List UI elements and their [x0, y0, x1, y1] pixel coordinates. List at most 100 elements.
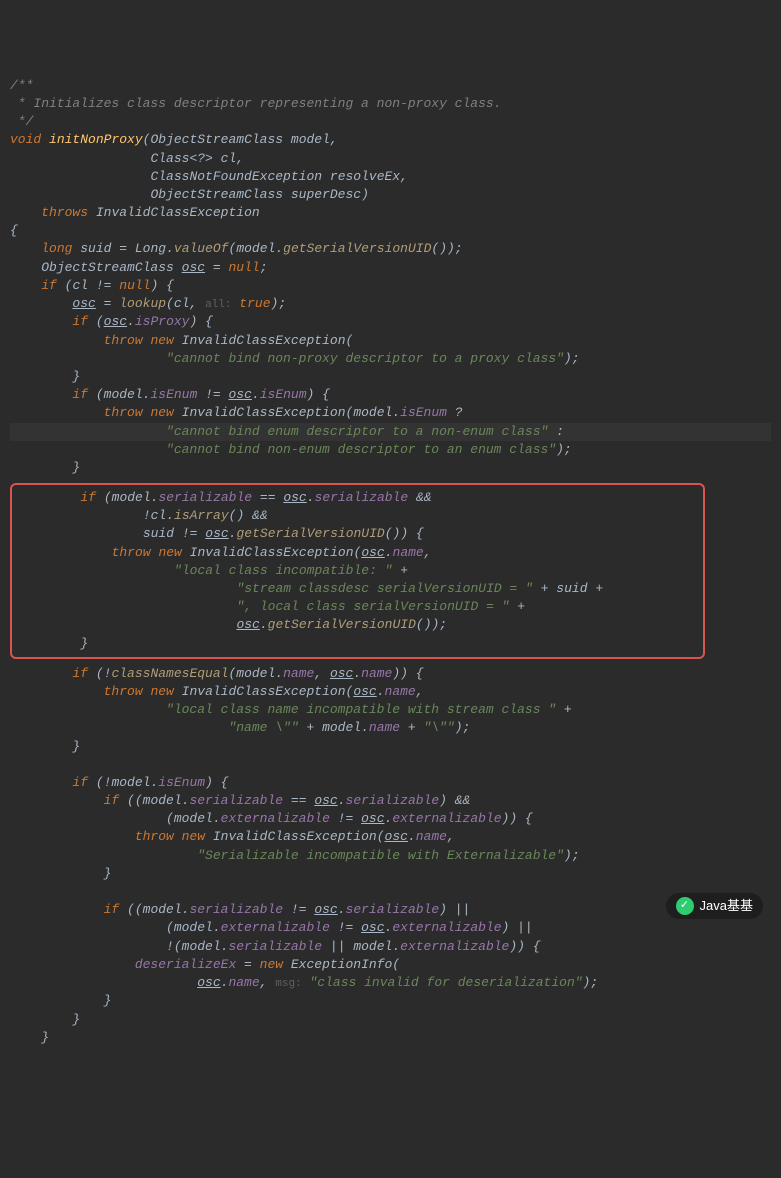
field-isenum: isEnum — [400, 405, 447, 420]
var-osc: osc — [229, 387, 252, 402]
javadoc-line: */ — [10, 114, 33, 129]
kw-null: null — [119, 278, 150, 293]
kw-new: new — [150, 333, 173, 348]
field-externalizable: externalizable — [400, 939, 509, 954]
var-model: model — [104, 387, 143, 402]
kw-new: new — [158, 545, 181, 560]
field-isenum: isEnum — [260, 387, 307, 402]
throws-type: InvalidClassException — [96, 205, 260, 220]
watermark-text: Java基基 — [700, 897, 753, 915]
string-literal: "name \"" — [228, 720, 298, 735]
kw-new: new — [150, 405, 173, 420]
field-serializable: serializable — [315, 490, 409, 505]
var-model: model — [174, 811, 213, 826]
var-osc: osc — [182, 260, 205, 275]
var-osc: osc — [104, 314, 127, 329]
field-externalizable: externalizable — [221, 811, 330, 826]
kw-if: if — [104, 793, 120, 808]
param-type: ClassNotFoundException — [150, 169, 322, 184]
call-getsvuid: getSerialVersionUID — [283, 241, 431, 256]
string-literal: ", local class serialVersionUID = " — [236, 599, 509, 614]
var-osc: osc — [330, 666, 353, 681]
string-literal: "local class name incompatible with stre… — [166, 702, 556, 717]
exception-type: InvalidClassException — [182, 405, 346, 420]
call-classnamesequal: classNamesEqual — [111, 666, 228, 681]
field-externalizable: externalizable — [392, 811, 501, 826]
check-icon: ✓ — [676, 897, 694, 915]
field-name: name — [283, 666, 314, 681]
var-suid: suid — [80, 241, 111, 256]
string-literal: "stream classdesc serialVersionUID = " — [236, 581, 532, 596]
exception-type: InvalidClassException — [182, 684, 346, 699]
field-isproxy: isProxy — [135, 314, 190, 329]
kw-throws: throws — [41, 205, 88, 220]
field-isenum: isEnum — [150, 387, 197, 402]
param-type: Class<?> — [150, 151, 212, 166]
field-isenum: isEnum — [158, 775, 205, 790]
var-cl: cl — [174, 296, 190, 311]
type-osc: ObjectStreamClass — [41, 260, 174, 275]
javadoc-line: /** — [10, 78, 33, 93]
call-lookup: lookup — [119, 296, 166, 311]
field-deserializeex: deserializeEx — [135, 957, 236, 972]
kw-long: long — [41, 241, 72, 256]
var-suid: suid — [556, 581, 587, 596]
method-name: initNonProxy — [49, 132, 143, 147]
kw-if: if — [41, 278, 57, 293]
exception-type: InvalidClassException — [190, 545, 354, 560]
string-literal: "\"" — [424, 720, 455, 735]
param-hint: msg: — [275, 978, 301, 990]
class-long: Long — [135, 241, 166, 256]
var-osc: osc — [314, 793, 337, 808]
string-literal: "cannot bind non-proxy descriptor to a p… — [166, 351, 564, 366]
field-externalizable: externalizable — [221, 920, 330, 935]
param-name: model — [291, 132, 330, 147]
var-osc: osc — [385, 829, 408, 844]
field-serializable: serializable — [346, 902, 440, 917]
var-osc: osc — [314, 902, 337, 917]
var-osc: osc — [236, 617, 259, 632]
field-serializable: serializable — [189, 793, 283, 808]
param-type: ObjectStreamClass — [150, 187, 283, 202]
var-osc: osc — [361, 811, 384, 826]
var-osc: osc — [361, 920, 384, 935]
var-model: model — [353, 939, 392, 954]
kw-if: if — [72, 666, 88, 681]
kw-throw: throw — [112, 545, 151, 560]
exception-type: InvalidClassException — [213, 829, 377, 844]
var-osc: osc — [72, 296, 95, 311]
kw-new: new — [182, 829, 205, 844]
param-name: superDesc — [291, 187, 361, 202]
string-literal: "class invalid for deserialization" — [310, 975, 583, 990]
field-serializable: serializable — [158, 490, 252, 505]
string-literal: "cannot bind enum descriptor to a non-en… — [166, 424, 548, 439]
var-model: model — [353, 405, 392, 420]
field-externalizable: externalizable — [392, 920, 501, 935]
var-model: model — [111, 775, 150, 790]
field-name: name — [385, 684, 416, 699]
var-suid: suid — [143, 526, 174, 541]
var-cl: cl — [72, 278, 88, 293]
code-editor[interactable]: /** * Initializes class descriptor repre… — [10, 77, 771, 1047]
string-literal: "Serializable incompatible with External… — [197, 848, 564, 863]
var-model: model — [322, 720, 361, 735]
var-model: model — [112, 490, 151, 505]
kw-true: true — [239, 296, 270, 311]
field-name: name — [228, 975, 259, 990]
param-name: cl — [221, 151, 237, 166]
param-hint: all: — [205, 299, 231, 311]
kw-null: null — [228, 260, 259, 275]
call-isarray: isArray — [174, 508, 229, 523]
kw-new: new — [150, 684, 173, 699]
var-model: model — [236, 666, 275, 681]
field-serializable: serializable — [189, 902, 283, 917]
watermark: ✓ Java基基 — [666, 893, 763, 919]
kw-if: if — [104, 902, 120, 917]
kw-if: if — [72, 387, 88, 402]
var-model: model — [143, 793, 182, 808]
var-osc: osc — [205, 526, 228, 541]
field-serializable: serializable — [228, 939, 322, 954]
kw-throw: throw — [104, 405, 143, 420]
var-osc: osc — [353, 684, 376, 699]
field-name: name — [393, 545, 424, 560]
